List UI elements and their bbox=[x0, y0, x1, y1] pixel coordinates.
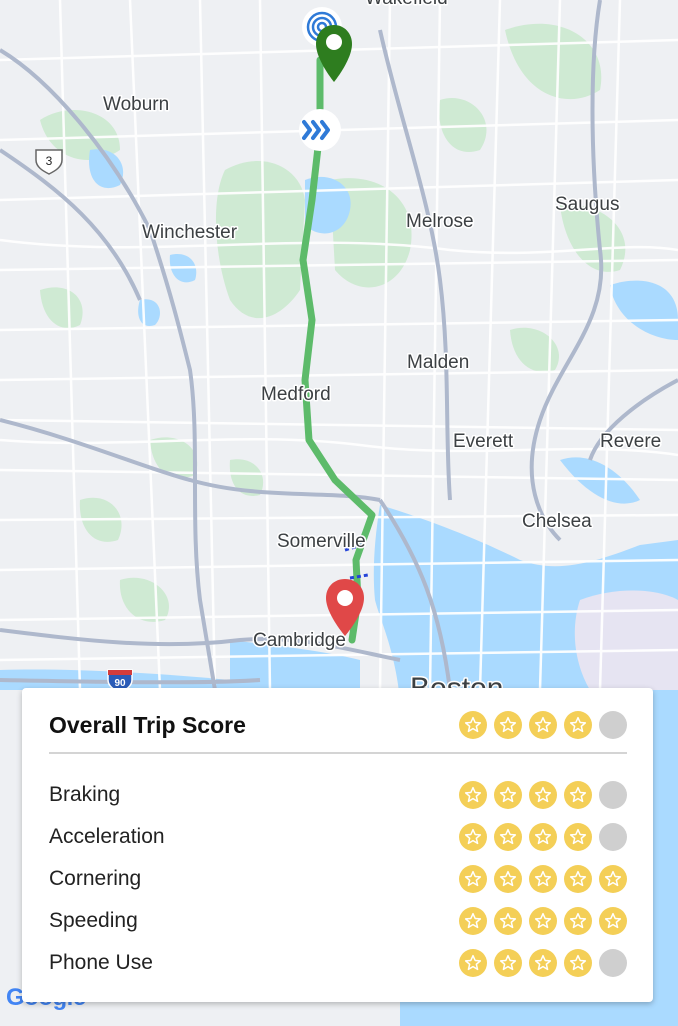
star-filled-icon bbox=[494, 823, 522, 851]
star-filled-icon bbox=[494, 949, 522, 977]
category-label: Speeding bbox=[49, 909, 138, 932]
star-filled-icon bbox=[599, 907, 627, 935]
category-label: Phone Use bbox=[49, 951, 153, 974]
star-filled-icon bbox=[564, 865, 592, 893]
town-label-melrose: Melrose bbox=[406, 211, 474, 232]
star-filled-icon bbox=[459, 907, 487, 935]
overall-score-title: Overall Trip Score bbox=[49, 711, 246, 738]
star-filled-icon bbox=[459, 865, 487, 893]
category-stars bbox=[459, 949, 627, 977]
speed-chevrons-icon[interactable] bbox=[299, 109, 341, 151]
trip-score-card: Overall Trip Score Braking Acceleration … bbox=[22, 688, 653, 1002]
star-empty-icon bbox=[599, 781, 627, 809]
town-label-wakefield: Wakefield bbox=[365, 0, 448, 9]
star-filled-icon bbox=[529, 823, 557, 851]
town-label-medford: Medford bbox=[261, 384, 331, 405]
star-filled-icon bbox=[494, 865, 522, 893]
town-label-everett: Everett bbox=[453, 431, 514, 452]
category-stars bbox=[459, 823, 627, 851]
category-row-braking: Braking bbox=[49, 774, 627, 816]
star-filled-icon bbox=[459, 781, 487, 809]
category-stars bbox=[459, 865, 627, 893]
town-label-woburn: Woburn bbox=[103, 94, 169, 115]
us-route-number: 3 bbox=[46, 154, 53, 168]
star-filled-icon bbox=[494, 711, 522, 739]
category-label: Acceleration bbox=[49, 825, 165, 848]
town-label-somerville: Somerville bbox=[277, 531, 366, 552]
map-airport bbox=[574, 590, 678, 690]
overall-score-row: Overall Trip Score bbox=[49, 708, 627, 742]
star-filled-icon bbox=[459, 823, 487, 851]
town-label-malden: Malden bbox=[407, 352, 469, 373]
category-stars bbox=[459, 781, 627, 809]
star-filled-icon bbox=[529, 781, 557, 809]
town-label-saugus: Saugus bbox=[555, 194, 619, 215]
star-filled-icon bbox=[494, 781, 522, 809]
star-filled-icon bbox=[529, 907, 557, 935]
star-empty-icon bbox=[599, 823, 627, 851]
star-filled-icon bbox=[459, 949, 487, 977]
town-label-cambridge: Cambridge bbox=[253, 630, 346, 651]
star-filled-icon bbox=[564, 823, 592, 851]
category-label: Cornering bbox=[49, 867, 142, 890]
town-label-revere: Revere bbox=[600, 431, 661, 452]
category-row-acceleration: Acceleration bbox=[49, 816, 627, 858]
overall-score-stars bbox=[459, 711, 627, 739]
town-label-winchester: Winchester bbox=[142, 222, 238, 243]
star-filled-icon bbox=[564, 949, 592, 977]
star-empty-icon bbox=[599, 711, 627, 739]
divider bbox=[49, 752, 627, 754]
star-filled-icon bbox=[564, 781, 592, 809]
star-filled-icon bbox=[494, 907, 522, 935]
category-stars bbox=[459, 907, 627, 935]
star-filled-icon bbox=[529, 865, 557, 893]
star-filled-icon bbox=[529, 949, 557, 977]
town-label-chelsea: Chelsea bbox=[522, 511, 592, 532]
star-filled-icon bbox=[564, 711, 592, 739]
category-row-phone-use: Phone Use bbox=[49, 942, 627, 984]
star-filled-icon bbox=[529, 711, 557, 739]
star-empty-icon bbox=[599, 949, 627, 977]
star-filled-icon bbox=[599, 865, 627, 893]
category-row-speeding: Speeding bbox=[49, 900, 627, 942]
category-row-cornering: Cornering bbox=[49, 858, 627, 900]
star-filled-icon bbox=[564, 907, 592, 935]
star-filled-icon bbox=[459, 711, 487, 739]
category-label: Braking bbox=[49, 783, 121, 806]
